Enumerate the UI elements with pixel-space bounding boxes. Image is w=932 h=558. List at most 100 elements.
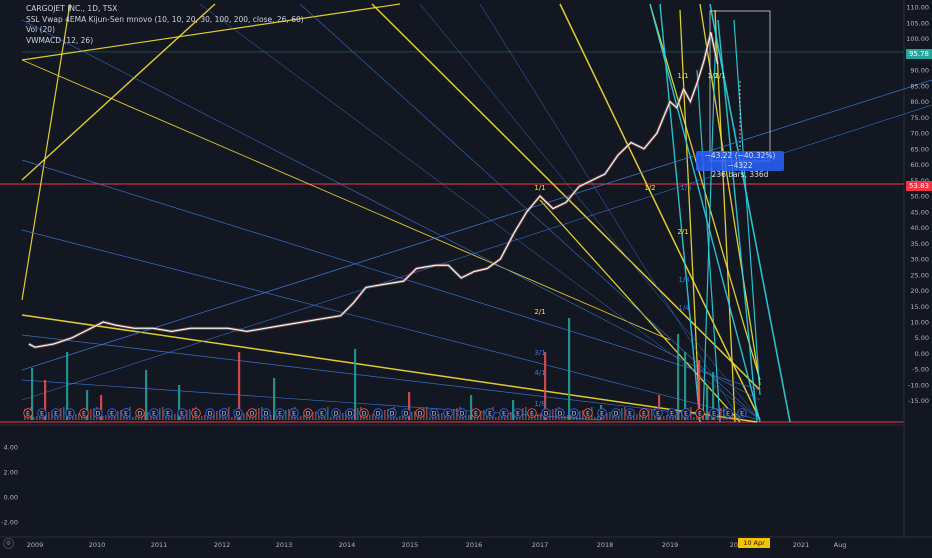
event-marker-label: E xyxy=(320,411,324,418)
event-marker-label: E xyxy=(488,411,492,418)
event-marker-label: D xyxy=(418,411,423,418)
indicator-vwmacd[interactable]: VWMACD (12, 26) xyxy=(26,36,304,47)
volume-bar xyxy=(495,417,497,420)
volume-bar xyxy=(384,410,386,420)
time-tick-label: 2013 xyxy=(276,541,293,549)
event-marker-label: E xyxy=(82,411,86,418)
gann-label: 1/8 xyxy=(534,400,545,408)
event-marker-label: D xyxy=(390,411,395,418)
event-marker-label: E xyxy=(292,411,296,418)
event-marker-label: E xyxy=(152,411,156,418)
time-axis[interactable]: 2009 2010 2011 2012 2013 2014 2015 2016 2017 2018… xyxy=(27,541,847,549)
volume-bar xyxy=(297,417,299,420)
volume-bar xyxy=(147,412,149,420)
volume-bar xyxy=(677,334,680,420)
volume-bar xyxy=(78,413,80,420)
event-marker-label: D xyxy=(404,411,409,418)
event-marker-label: E xyxy=(530,411,534,418)
indicator-volume[interactable]: Vol (20) xyxy=(26,25,304,36)
volume-bar xyxy=(429,417,431,420)
event-marker-label: D xyxy=(222,411,227,418)
volume-bar xyxy=(636,414,638,420)
event-marker-label: E xyxy=(698,411,702,418)
event-marker-label: D xyxy=(306,411,311,418)
volume-bar xyxy=(300,416,302,420)
measure-bars: 236 bars, 336d xyxy=(711,170,769,179)
event-marker-label: E xyxy=(712,411,716,418)
volume-bar xyxy=(198,417,200,420)
volume-bar xyxy=(498,416,500,420)
volume-bar xyxy=(567,415,569,420)
event-marker-label: E xyxy=(502,411,506,418)
volume-bar xyxy=(189,409,191,420)
event-marker-label: E xyxy=(110,411,114,418)
event-marker-label: E xyxy=(124,411,128,418)
symbol-title[interactable]: CARGOJET INC., 1D, TSX xyxy=(26,4,304,15)
price-tick-label: 20.00 xyxy=(910,287,929,295)
gann-label: 3/1 xyxy=(534,349,545,357)
time-tick-label: 2017 xyxy=(532,541,549,549)
volume-bar xyxy=(330,417,332,420)
volume-bar xyxy=(231,417,233,420)
volume-bar xyxy=(525,407,527,420)
event-marker-label: D xyxy=(250,411,255,418)
price-tick-label: 70.00 xyxy=(910,130,929,138)
price-tick-label: 110.00 xyxy=(906,4,929,12)
volume-bar xyxy=(132,417,134,420)
gann-label: 1/1 xyxy=(534,184,545,192)
volume-bar xyxy=(735,414,737,420)
gann-label: 1/2 xyxy=(644,184,655,192)
volume-bar xyxy=(678,411,680,420)
trendline xyxy=(21,79,932,371)
trendline xyxy=(21,334,701,416)
volume-bar xyxy=(666,415,668,420)
macd-tick-label: -2.00 xyxy=(1,519,18,527)
chart-canvas[interactable]: 110.00105.00100.0095.0090.0085.0080.0075… xyxy=(0,0,932,550)
volume-bar xyxy=(102,416,104,420)
event-marker-label: E xyxy=(446,411,450,418)
volume-bar xyxy=(33,417,35,420)
volume-bar xyxy=(145,370,148,420)
event-marker-label: D xyxy=(96,411,101,418)
volume-bar xyxy=(288,409,290,420)
trendline xyxy=(21,59,671,341)
volume-bar xyxy=(315,411,317,420)
volume-bar xyxy=(582,410,584,420)
volume-bar xyxy=(201,416,203,420)
indicator-ssl[interactable]: SSL Vwap 4EMA Kijun-Sen mnovo (10, 10, 2… xyxy=(26,15,304,26)
macd-tick-label: 2.00 xyxy=(4,469,18,477)
volume-bar xyxy=(720,408,722,420)
price-tick-label: 75.00 xyxy=(910,114,929,122)
event-marker-label: E xyxy=(600,411,604,418)
volume-bar xyxy=(568,318,571,420)
volume-bar xyxy=(243,413,245,420)
volume-bar xyxy=(357,408,359,420)
volume-bar xyxy=(372,414,374,420)
volume-bar xyxy=(411,412,413,420)
volume-bar xyxy=(273,378,276,420)
volume-bar xyxy=(693,417,695,420)
price-axis[interactable]: 110.00105.00100.0095.0090.0085.0080.0075… xyxy=(906,4,929,406)
gann-label: 4/1 xyxy=(534,369,545,377)
event-marker-label: E xyxy=(628,411,632,418)
event-marker-label: E xyxy=(684,411,688,418)
trendline xyxy=(21,314,758,423)
volume-bar xyxy=(651,409,653,420)
volume-bar xyxy=(609,412,611,420)
event-marker-label: D xyxy=(460,411,465,418)
trendline xyxy=(199,3,761,421)
gann-label: 2/1 xyxy=(677,228,688,236)
volume-bar xyxy=(564,416,566,420)
volume-bar xyxy=(327,407,329,420)
time-tick-label: 2009 xyxy=(27,541,44,549)
event-marker-label: E xyxy=(278,411,282,418)
price-tick-label: 40.00 xyxy=(910,224,929,232)
gear-icon[interactable]: ⚙ xyxy=(3,538,14,549)
price-tick-label: 50.00 xyxy=(910,193,929,201)
time-tick-label: 2019 xyxy=(662,541,679,549)
gann-label: 1/1 xyxy=(677,72,688,80)
measure-tooltip: −43.22 (−40.32%) −4322 236 bars, 336d xyxy=(696,151,784,179)
event-marker-label: E xyxy=(54,411,58,418)
gann-label: 1/3 xyxy=(680,184,691,192)
price-tick-label: 0.00 xyxy=(915,350,929,358)
